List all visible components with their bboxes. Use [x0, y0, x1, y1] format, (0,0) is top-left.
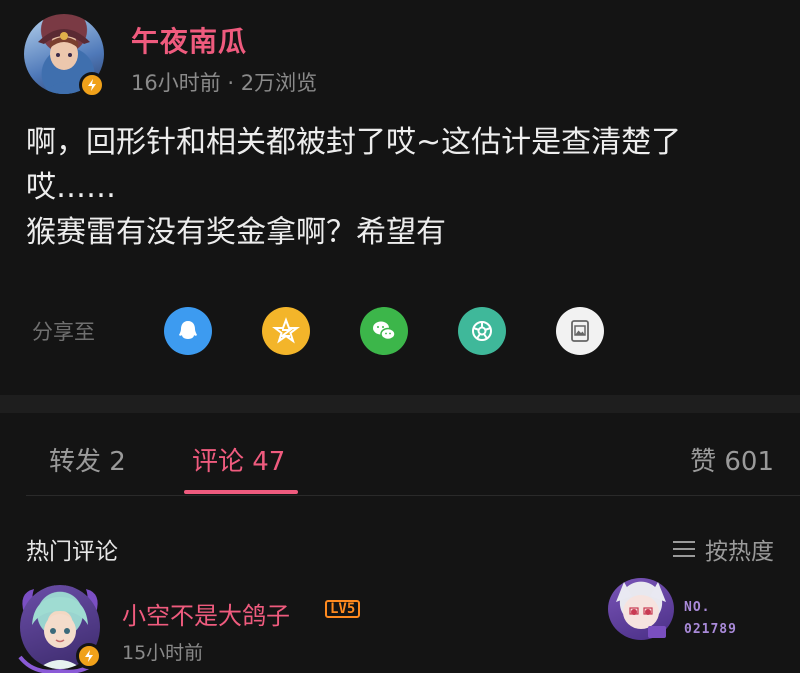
post-tabs: 转发 2 评论 47 赞 601 — [0, 413, 800, 496]
section-divider — [0, 395, 800, 413]
author-name[interactable]: 午夜南瓜 — [131, 20, 247, 60]
moments-icon[interactable] — [458, 307, 506, 355]
share-row: 分享至 — [32, 306, 654, 356]
fan-medal-avatar — [608, 578, 674, 640]
level-badge: LV5 — [325, 600, 361, 618]
commenter-avatar-wrap[interactable] — [14, 583, 106, 673]
hot-comments-header: 热门评论 — [26, 539, 118, 565]
tabs-divider — [26, 495, 800, 496]
verified-badge-icon — [79, 72, 105, 98]
post-meta: 16小时前 · 2万浏览 — [131, 71, 318, 95]
tab-comments[interactable]: 评论 47 — [192, 441, 285, 478]
menu-icon — [673, 541, 695, 557]
content-line: 啊，回形针和相关都被封了哎~这估计是查清楚了 — [26, 125, 682, 160]
save-image-icon[interactable] — [556, 307, 604, 355]
active-tab-indicator — [184, 490, 298, 494]
post-content: 啊，回形针和相关都被封了哎~这估计是查清楚了 哎…… 猴赛雷有没有奖金拿啊？希望… — [26, 120, 786, 255]
content-line: 哎…… — [26, 170, 116, 205]
comment-time: 15小时前 — [122, 642, 204, 664]
fan-medal-number: 021789 — [684, 622, 737, 637]
tab-likes[interactable]: 赞 601 — [690, 441, 774, 478]
sort-label: 按热度 — [705, 539, 774, 565]
qzone-icon[interactable] — [262, 307, 310, 355]
qq-icon[interactable] — [164, 307, 212, 355]
commenter-name[interactable]: 小空不是大鸽子 — [122, 596, 290, 631]
tab-repost[interactable]: 转发 2 — [49, 441, 126, 478]
fan-medal-label: NO. — [684, 600, 711, 615]
author-avatar-wrap[interactable] — [24, 14, 106, 98]
verified-badge-icon — [76, 643, 102, 669]
wechat-icon[interactable] — [360, 307, 408, 355]
sort-button[interactable]: 按热度 — [673, 532, 774, 566]
post-card: 午夜南瓜 16小时前 · 2万浏览 啊，回形针和相关都被封了哎~这估计是查清楚了… — [0, 0, 800, 395]
content-line: 猴赛雷有没有奖金拿啊？希望有 — [26, 215, 446, 250]
share-label: 分享至 — [32, 320, 95, 344]
fan-medal-card[interactable]: NO. 021789 — [608, 576, 758, 642]
